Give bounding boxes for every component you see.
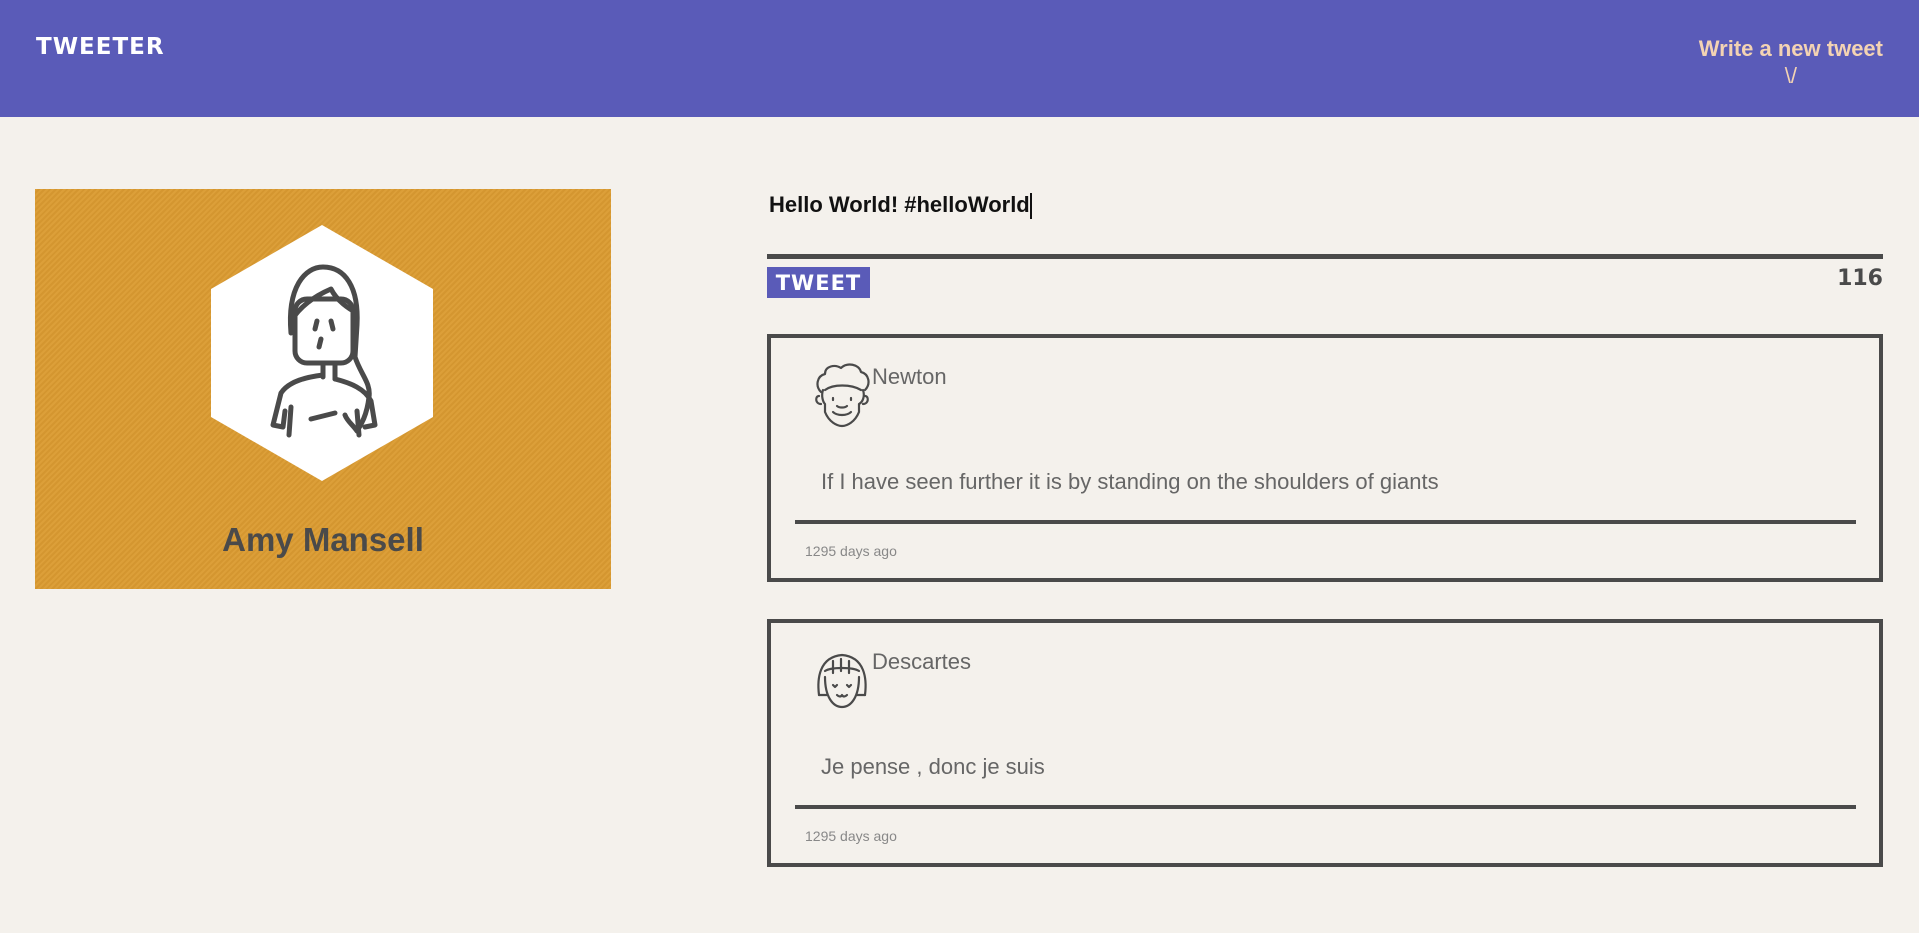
chevron-down-icon[interactable]: \/	[1699, 62, 1883, 90]
text-caret	[1029, 193, 1032, 220]
character-counter: 116	[1837, 266, 1883, 291]
app-logo[interactable]: TWEETER	[36, 34, 165, 60]
curly-hair-face-icon	[815, 363, 870, 428]
tweet-text-input[interactable]: Hello World! #helloWorld	[767, 186, 1883, 256]
profile-name: Amy Mansell	[222, 521, 424, 558]
write-new-tweet-label[interactable]: Write a new tweet	[1699, 36, 1883, 62]
profile-card: Amy Mansell	[35, 189, 611, 589]
compose-form: Hello World! #helloWorld TWEET 116	[767, 186, 1883, 298]
tweet-author[interactable]: Newton	[872, 364, 947, 390]
write-new-tweet-toggle[interactable]: Write a new tweet \/	[1699, 36, 1883, 90]
profile-avatar	[211, 225, 433, 481]
tweet-text-value[interactable]: Hello World! #helloWorld	[769, 192, 1030, 217]
tweet-card: Newton If I have seen further it is by s…	[767, 334, 1883, 582]
top-navbar: TWEETER Write a new tweet \/	[0, 0, 1919, 117]
tweet-timestamp: 1295 days ago	[805, 543, 897, 559]
tweet-text: If I have seen further it is by standing…	[821, 469, 1439, 494]
compose-divider	[767, 254, 1883, 259]
tweet-timestamp: 1295 days ago	[805, 828, 897, 844]
tweet-submit-button[interactable]: TWEET	[767, 267, 870, 298]
tweet-divider	[795, 520, 1856, 524]
tweet-text: Je pense , donc je suis	[821, 754, 1045, 779]
tweet-card: Descartes Je pense , donc je suis 1295 d…	[767, 619, 1883, 867]
tweet-author[interactable]: Descartes	[872, 649, 971, 675]
tweet-divider	[795, 805, 1856, 809]
bob-hair-face-icon	[817, 653, 867, 709]
